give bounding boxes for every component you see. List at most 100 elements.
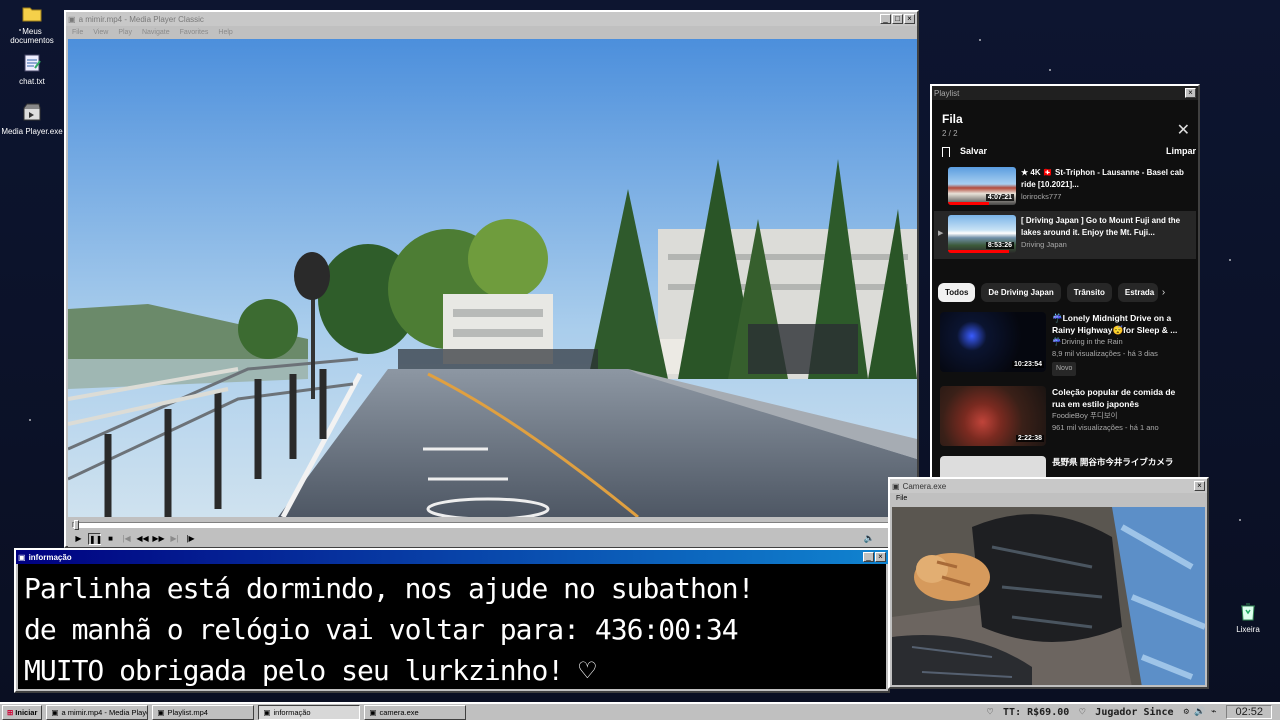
playlist-titlebar[interactable]: Playlist × — [932, 86, 1198, 100]
queue-count: 2 / 2 — [942, 129, 958, 138]
minimize-button[interactable]: _ — [863, 552, 874, 562]
volume-icon[interactable]: 🔈 — [864, 533, 875, 544]
taskbar-item-info[interactable]: ▣ informação — [258, 704, 361, 720]
desktop-icon-label: chat.txt — [19, 77, 45, 86]
taskbar-item-playlist[interactable]: ▣ Playlist.mp4 — [152, 704, 255, 720]
camera-window: ▣ Camera.exe × File — [888, 477, 1209, 689]
camera-icon: ▣ — [892, 481, 900, 491]
minimize-button[interactable]: _ — [880, 14, 891, 24]
pause-button[interactable]: ❚❚ — [88, 533, 102, 545]
menu-help[interactable]: Help — [218, 29, 232, 36]
forward-button[interactable]: ▶▶ — [152, 533, 165, 545]
save-label: Salvar — [960, 146, 988, 156]
menu-view[interactable]: View — [93, 29, 108, 36]
item-channel: Driving Japan — [1021, 239, 1067, 249]
info-text-area: Parlinha está dormindo, nos ajude no sub… — [18, 564, 886, 689]
desktop-icon-label: Media Player.exe — [1, 127, 63, 136]
item-channel: lorirocks777 — [1021, 191, 1062, 201]
windows-logo-icon: ⊞ — [7, 707, 14, 717]
stop-button[interactable]: ■ — [104, 533, 117, 545]
queue-panel: Fila 2 / 2 ✕ Salvar Limpar 4:07:21 ★ 4K … — [934, 102, 1196, 480]
video-thumbnail: 10:23:54 — [940, 311, 1046, 372]
item-title: ★ 4K 🇨🇭 St-Triphon - Lausanne - Basel ca… — [1021, 167, 1184, 189]
seek-thumb[interactable] — [73, 520, 79, 530]
queue-title: Fila — [942, 112, 963, 126]
menu-navigate[interactable]: Navigate — [142, 29, 170, 36]
close-button[interactable]: × — [1194, 481, 1205, 491]
app-icon: ▣ — [263, 707, 271, 717]
duration-badge: 10:23:54 — [1011, 360, 1044, 368]
item-channel: ☔Driving in the Rain — [1052, 336, 1123, 346]
start-button[interactable]: ⊞ Iniciar — [2, 704, 43, 720]
film-icon — [23, 103, 41, 121]
close-button[interactable]: × — [1185, 88, 1196, 98]
desktop-icon-label: Lixeira — [1236, 625, 1260, 634]
chip-traffic[interactable]: Trânsito — [1066, 282, 1112, 302]
menu-favorites[interactable]: Favorites — [180, 29, 209, 36]
clear-button[interactable]: Limpar — [1166, 146, 1196, 156]
filter-chips: Todos De Driving Japan Trânsito Estrada … — [934, 282, 1196, 302]
ticker-text: Jugador Since — [1095, 706, 1174, 718]
window-title: a mimir.mp4 - Media Player Classic — [78, 14, 204, 24]
info-line-3: MUITO obrigada pelo seu lurkzinho! ♡ — [24, 654, 596, 687]
chevron-right-icon[interactable]: › — [1162, 287, 1165, 298]
queue-item[interactable]: 4:07:21 ★ 4K 🇨🇭 St-Triphon - Lausanne - … — [934, 163, 1196, 211]
menu-play[interactable]: Play — [118, 29, 132, 36]
task-label: a mimir.mp4 - Media Playe... — [61, 707, 149, 717]
camera-feed — [892, 507, 1205, 685]
taskbar-item-media-player[interactable]: ▣ a mimir.mp4 - Media Playe... — [46, 704, 149, 720]
previous-button[interactable]: |◀ — [120, 533, 133, 545]
maximize-button[interactable]: □ — [892, 14, 903, 24]
desktop-icon-chat[interactable]: chat.txt — [0, 52, 64, 86]
next-button[interactable]: ▶| — [168, 533, 181, 545]
queue-item-current[interactable]: ▶ 8:53:26 [ Driving Japan ] Go to Mount … — [934, 210, 1196, 259]
tray-icons[interactable]: ⚙ 🔊 ⌁ — [1184, 707, 1217, 717]
save-button[interactable]: Salvar — [942, 146, 987, 157]
playback-controls: ▶ ❚❚ ■ |◀ ◀◀ ▶▶ ▶| |▶ 🔈 — [68, 517, 917, 547]
video-frame[interactable] — [68, 39, 917, 517]
window-title: Camera.exe — [902, 481, 947, 491]
camera-titlebar[interactable]: ▣ Camera.exe × — [890, 479, 1207, 493]
heart-icon: ♡ — [1079, 706, 1086, 718]
recommendation-item[interactable]: 10:23:54 ☔Lonely Midnight Drive on a Rai… — [934, 311, 1196, 376]
media-player-titlebar[interactable]: ▣ a mimir.mp4 - Media Player Classic _ □… — [66, 12, 917, 26]
info-window: ▣ informação _ × Parlinha está dormindo,… — [14, 548, 890, 693]
item-title: Coleção popular de comida de rua em esti… — [1052, 386, 1176, 409]
desktop-icon-media-player[interactable]: Media Player.exe — [0, 102, 64, 136]
chip-driving-japan[interactable]: De Driving Japan — [981, 282, 1061, 302]
chip-road[interactable]: Estrada — [1117, 282, 1158, 302]
taskbar-item-camera[interactable]: ▣ camera.exe — [364, 704, 467, 720]
close-button[interactable]: × — [904, 14, 915, 24]
film-icon: ▣ — [157, 707, 165, 717]
task-label: Playlist.mp4 — [167, 707, 208, 717]
camera-icon: ▣ — [369, 707, 377, 717]
item-title: 長野県 開谷市今井ライブカメラ — [1052, 456, 1174, 467]
frame-step-button[interactable]: |▶ — [184, 533, 197, 545]
film-icon: ▣ — [68, 14, 76, 24]
chip-all[interactable]: Todos — [938, 282, 976, 302]
now-playing-icon: ▶ — [938, 229, 944, 237]
clock[interactable]: 02:52 — [1226, 705, 1272, 719]
desktop-icon-recycle-bin[interactable]: Lixeira — [1216, 600, 1280, 634]
menu-file[interactable]: File — [72, 29, 83, 36]
driving-scene — [68, 39, 917, 517]
info-titlebar[interactable]: ▣ informação _ × — [16, 550, 888, 564]
desktop-icon-label: Meus documentos — [10, 27, 54, 45]
info-line-2: de manhã o relógio vai voltar para: 436:… — [24, 613, 739, 646]
rewind-button[interactable]: ◀◀ — [136, 533, 149, 545]
video-thumbnail: 2:22:38 — [940, 385, 1046, 446]
close-icon[interactable]: ✕ — [1177, 120, 1190, 140]
desktop-icon-my-documents[interactable]: Meus documentos — [0, 2, 64, 45]
play-button[interactable]: ▶ — [72, 533, 85, 545]
close-button[interactable]: × — [875, 552, 886, 562]
recycle-bin-icon — [1241, 603, 1255, 621]
video-thumbnail: 4:07:21 — [948, 166, 1016, 205]
video-thumbnail: 8:53:26 — [948, 214, 1016, 253]
item-title: ☔Lonely Midnight Drive on a Rainy Highwa… — [1052, 312, 1178, 335]
taskbar: ⊞ Iniciar ▣ a mimir.mp4 - Media Playe...… — [0, 702, 1280, 720]
menu-file[interactable]: File — [890, 493, 1207, 505]
window-title: informação — [28, 552, 72, 562]
recommendation-item[interactable]: 2:22:38 Coleção popular de comida de rua… — [934, 385, 1196, 446]
start-label: Iniciar — [15, 707, 38, 717]
seek-bar[interactable] — [72, 520, 913, 530]
